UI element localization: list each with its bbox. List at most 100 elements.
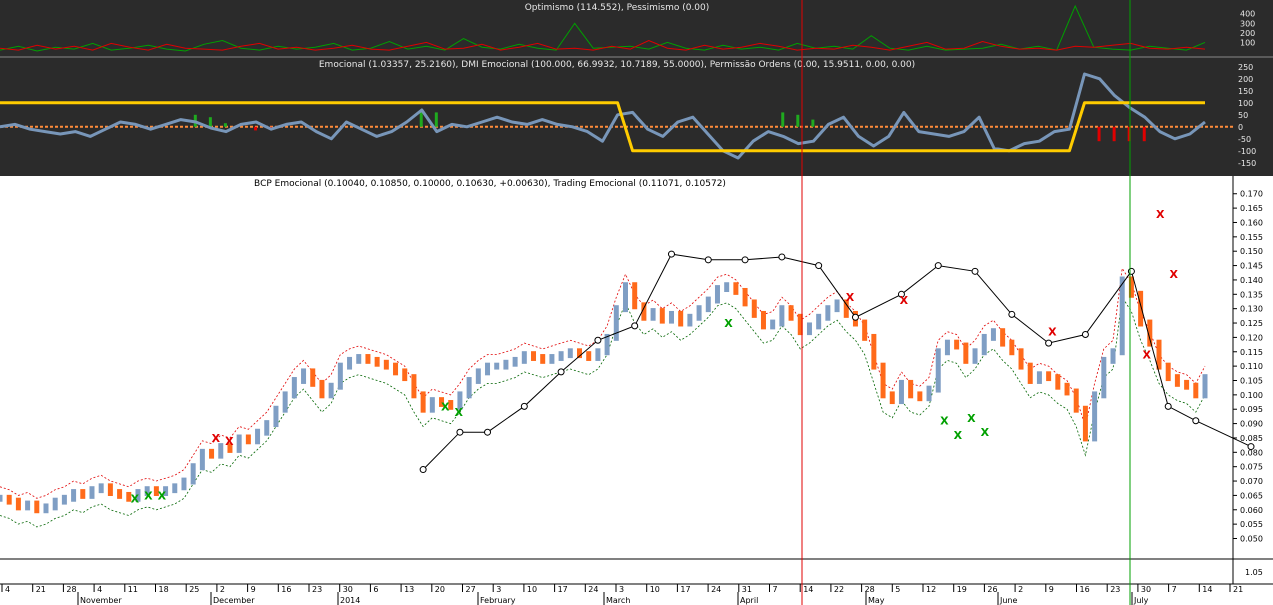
price-title: BCP Emocional (0.10040, 0.10850, 0.10000… <box>254 179 726 189</box>
signal-marker: X <box>1048 326 1057 339</box>
price-tick-label: 0.115 <box>1240 348 1263 357</box>
trading-point <box>1164 402 1172 410</box>
price-tick-label: 0.130 <box>1240 305 1263 314</box>
date-tick-label: 11 <box>128 585 138 594</box>
price-bar <box>264 420 270 436</box>
price-bar <box>117 489 123 499</box>
price-bar <box>954 339 960 350</box>
trading-point <box>557 368 565 376</box>
price-bar <box>301 368 307 384</box>
price-bar <box>751 299 757 318</box>
price-bar <box>466 377 472 399</box>
price-bar <box>724 282 730 293</box>
price-bar <box>356 354 362 364</box>
price-bar <box>328 382 334 399</box>
trading-point <box>815 262 823 270</box>
emotional-title: Emocional (1.03357, 25.2160), DMI Emocio… <box>319 60 915 70</box>
month-label: December <box>213 596 255 605</box>
trading-point <box>1192 417 1200 425</box>
date-tick-label: 6 <box>373 585 378 594</box>
price-tick-label: 0.135 <box>1240 290 1263 299</box>
price-bar <box>190 463 196 485</box>
price-bar <box>742 287 748 307</box>
price-bar <box>310 368 316 387</box>
price-tick-label: 0.170 <box>1240 190 1263 199</box>
price-bar <box>1009 339 1015 356</box>
price-bar <box>595 348 601 361</box>
date-tick-label: 20 <box>435 585 445 594</box>
date-tick-label: 28 <box>66 585 76 594</box>
signal-marker: X <box>158 489 167 502</box>
optimism-title: Optimismo (114.552), Pessimismo (0.00) <box>525 3 710 13</box>
price-bar <box>963 342 969 364</box>
price-bar <box>52 497 58 511</box>
price-bar <box>678 310 684 327</box>
histogram-bar <box>434 112 438 127</box>
price-bar <box>98 483 104 494</box>
price-bar <box>1073 388 1079 413</box>
month-label: April <box>740 596 758 605</box>
trading-point <box>851 313 859 321</box>
price-bar <box>1000 328 1006 347</box>
date-tick-label: 25 <box>189 585 199 594</box>
price-bar <box>531 351 537 361</box>
trading-point <box>934 262 942 270</box>
price-bar <box>337 362 343 390</box>
price-bar <box>567 348 573 359</box>
price-bar <box>429 397 435 413</box>
price-tick-label: 0.050 <box>1240 535 1263 544</box>
price-tick-label: 0.085 <box>1240 434 1263 443</box>
price-bar <box>393 362 399 376</box>
trading-point <box>778 253 786 261</box>
emotional-tick-label: -100 <box>1238 147 1256 156</box>
date-tick-label: 9 <box>251 585 256 594</box>
price-bar <box>494 362 500 370</box>
price-bar <box>402 368 408 382</box>
price-bar <box>282 391 288 413</box>
date-tick-label: 10 <box>650 585 660 594</box>
signal-marker: X <box>940 415 949 428</box>
date-tick-label: 16 <box>1080 585 1090 594</box>
price-bar <box>668 310 674 324</box>
price-bar <box>383 359 389 370</box>
price-bar <box>926 385 932 402</box>
price-bar <box>990 328 996 341</box>
price-bar <box>806 322 812 336</box>
price-bar <box>236 434 242 453</box>
price-bar <box>1110 348 1116 364</box>
price-bar <box>1184 379 1190 390</box>
trading-point <box>631 322 639 330</box>
price-bar <box>935 348 941 393</box>
price-bar <box>43 503 49 514</box>
emotional-tick-label: 100 <box>1238 99 1253 108</box>
date-tick-label: 9 <box>1049 585 1054 594</box>
price-tick-label: 0.140 <box>1240 276 1263 285</box>
price-tick-label: 0.090 <box>1240 420 1263 429</box>
date-tick-label: 5 <box>895 585 900 594</box>
trading-point <box>456 428 464 436</box>
month-label: November <box>80 596 122 605</box>
date-tick-label: 30 <box>1141 585 1151 594</box>
price-bar <box>1202 374 1208 399</box>
price-bar <box>1138 290 1144 327</box>
price-bar <box>61 494 67 505</box>
optimism-tick-label: 400 <box>1240 10 1255 19</box>
histogram-bar <box>223 123 227 127</box>
price-bar <box>889 391 895 405</box>
histogram-bar <box>1142 126 1146 142</box>
price-bar <box>862 319 868 341</box>
price-bar <box>347 356 353 370</box>
emotional-tick-label: 250 <box>1238 63 1253 72</box>
histogram-bar <box>1112 126 1116 142</box>
emotional-tick-label: 50 <box>1238 111 1248 120</box>
price-bar <box>834 299 840 313</box>
date-tick-label: 4 <box>97 585 102 594</box>
date-tick-label: 2 <box>220 585 225 594</box>
price-tick-label: 0.150 <box>1240 247 1263 256</box>
month-label: June <box>999 596 1018 605</box>
price-bar <box>1064 382 1070 396</box>
price-tick-label: 0.125 <box>1240 319 1263 328</box>
signal-marker: X <box>454 406 463 419</box>
price-bar <box>622 282 628 313</box>
price-bar <box>981 333 987 356</box>
